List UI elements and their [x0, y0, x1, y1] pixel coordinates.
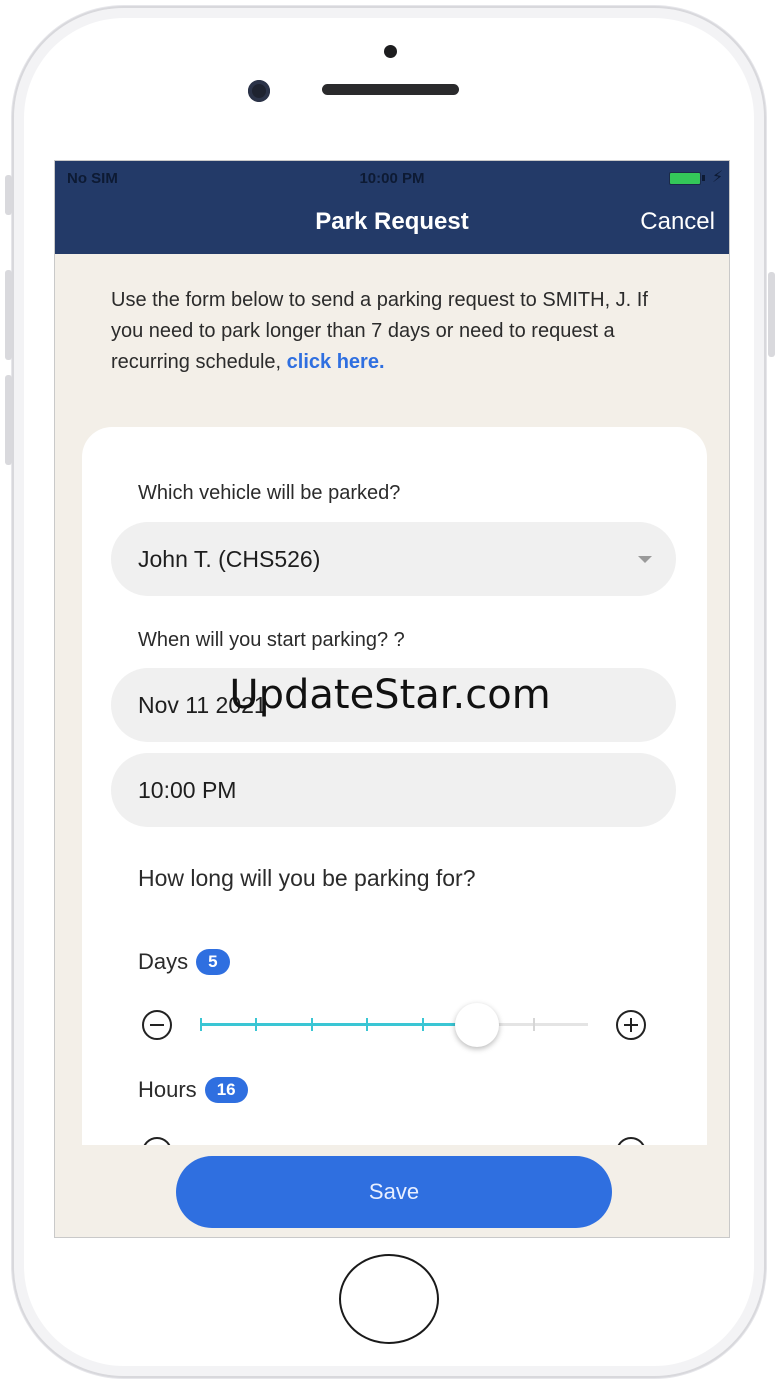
mute-switch [5, 175, 12, 215]
save-button[interactable]: Save [176, 1156, 612, 1228]
front-camera-icon [248, 80, 270, 102]
days-slider-tick [200, 1018, 202, 1031]
days-slider-tick [366, 1018, 369, 1031]
recurring-schedule-link[interactable]: click here. [287, 351, 385, 373]
navigation-bar: No SIM 10:00 PM ⚡ Park Request Cancel [55, 161, 729, 254]
days-badge: 5 [196, 949, 230, 975]
days-label-text: Days [138, 949, 189, 974]
hours-badge: 16 [204, 1077, 248, 1103]
page-title: Park Request [315, 208, 469, 235]
earpiece-speaker [322, 84, 459, 95]
home-button[interactable] [339, 1254, 439, 1344]
days-slider-tick [255, 1018, 258, 1031]
days-slider-tick [421, 1018, 424, 1031]
days-increment-button[interactable] [616, 1010, 646, 1040]
vehicle-label: Which vehicle will be parked? [138, 482, 401, 504]
status-time: 10:00 PM [359, 170, 425, 187]
vehicle-select-value: John T. (CHS526) [138, 546, 321, 572]
battery-icon [669, 172, 701, 185]
start-date-value: Nov 11 2021 [138, 692, 267, 718]
start-label: When will you start parking? ? [138, 629, 405, 651]
days-slider-thumb[interactable] [455, 1003, 500, 1047]
vehicle-select[interactable]: John T. (CHS526) [111, 522, 676, 596]
duration-question: How long will you be parking for? [138, 865, 476, 891]
charging-bolt-icon: ⚡ [712, 169, 724, 186]
plus-icon-v [630, 1018, 632, 1032]
app-screen: No SIM 10:00 PM ⚡ Park Request Cancel Us… [54, 160, 730, 1238]
days-slider-fill [200, 1023, 478, 1026]
minus-icon [150, 1024, 164, 1026]
volume-down-button [5, 375, 12, 465]
battery-tip [702, 175, 705, 181]
hours-label-text: Hours [138, 1077, 197, 1102]
days-slider-tick [532, 1018, 535, 1031]
proximity-sensor [384, 45, 397, 58]
days-decrement-button[interactable] [142, 1010, 172, 1040]
intro-text: Use the form below to send a parking req… [111, 285, 671, 378]
start-date-field[interactable]: Nov 11 2021 [111, 668, 676, 742]
cancel-button[interactable]: Cancel [640, 208, 715, 236]
start-time-field[interactable]: 10:00 PM [111, 753, 676, 827]
days-slider-track[interactable] [200, 1018, 588, 1031]
days-slider-tick [310, 1018, 313, 1031]
chevron-down-icon [638, 556, 652, 563]
volume-up-button [5, 270, 12, 360]
days-label: Days 5 [138, 949, 230, 975]
start-time-value: 10:00 PM [138, 777, 237, 803]
hours-label: Hours 16 [138, 1077, 248, 1103]
power-button [768, 272, 775, 357]
request-form-card: Which vehicle will be parked? John T. (C… [82, 427, 707, 1187]
